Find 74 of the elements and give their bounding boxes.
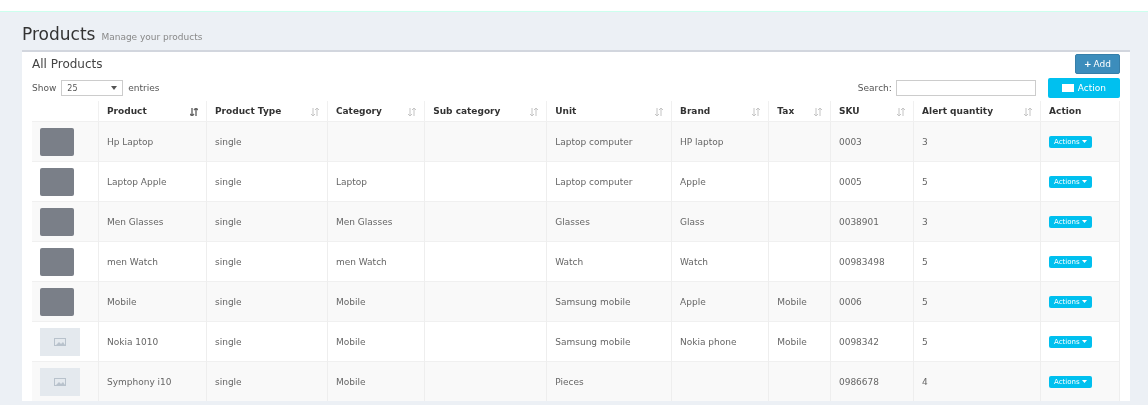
table-cell: 0005: [838, 176, 862, 187]
table-cell: Mobile: [335, 296, 366, 307]
table-cell: Mobile: [335, 336, 366, 347]
show-label: Show: [32, 83, 57, 93]
table-cell: single: [215, 136, 242, 147]
table-cell: 5: [922, 296, 928, 307]
table-cell: men Watch: [107, 256, 158, 267]
table-cell: Pieces: [555, 376, 584, 387]
table-cell: Mobile: [107, 296, 137, 307]
caret-icon: [1081, 260, 1087, 263]
table-cell: single: [215, 336, 242, 347]
table-cell: Laptop computer: [555, 136, 633, 147]
image-icon: [54, 377, 66, 386]
caret-icon: [1081, 220, 1087, 223]
table-cell: Mobile: [777, 336, 807, 347]
table-cell: Mobile: [335, 376, 366, 387]
table-cell: Samsung mobile: [555, 336, 631, 347]
table-cell: 0986678: [838, 376, 880, 387]
photo-placeholder: [40, 247, 74, 276]
table-cell: 5: [922, 256, 928, 267]
caret-icon: [1081, 300, 1087, 303]
image-icon: [54, 337, 66, 346]
photo-placeholder: [40, 167, 74, 196]
caret-icon: [1081, 180, 1087, 183]
table-cell: single: [215, 256, 242, 267]
search-field[interactable]: [895, 80, 1036, 96]
table-cell: HP laptop: [680, 136, 724, 147]
table-cell: Nokia 1010: [107, 336, 159, 347]
table-cell: Watch: [555, 256, 584, 267]
table-cell: Glass: [680, 216, 705, 227]
table-cell: 3: [922, 216, 928, 227]
photo-placeholder: [40, 207, 74, 236]
table-cell: Men Glasses: [107, 216, 164, 227]
caret-icon: [111, 86, 118, 90]
caret-icon: [1081, 140, 1087, 143]
table-cell: Mobile: [777, 296, 807, 307]
table-cell: 3: [922, 136, 928, 147]
table-cell: Laptop computer: [555, 176, 633, 187]
table-cell: Hp Laptop: [107, 136, 154, 147]
table-cell: 5: [922, 336, 928, 347]
photo-placeholder: [40, 127, 74, 156]
caret-icon: [1081, 380, 1087, 383]
table-cell: Symphony i10: [107, 376, 172, 387]
caret-icon: [1081, 340, 1087, 343]
page-title: Products: [22, 24, 96, 44]
search-label: Search:: [857, 83, 892, 93]
table-cell: Nokia phone: [680, 336, 737, 347]
table-cell: men Watch: [335, 256, 387, 267]
table-cell: 0098342: [838, 336, 880, 347]
table-cell: Apple: [680, 296, 706, 307]
table-cell: Laptop Apple: [107, 176, 167, 187]
table-cell: Watch: [680, 256, 709, 267]
list-icon: [1061, 84, 1074, 92]
table-cell: single: [215, 216, 242, 227]
table-cell: Glasses: [555, 216, 590, 227]
table-cell: single: [215, 176, 242, 187]
table-cell: Men Glasses: [335, 216, 393, 227]
table-cell: 0003: [838, 136, 862, 147]
panel-title: All Products: [32, 57, 103, 71]
table-cell: 0038901: [838, 216, 880, 227]
entries-select[interactable]: 25: [61, 80, 124, 96]
table-cell: single: [215, 296, 242, 307]
table-cell: single: [215, 376, 242, 387]
table-cell: 4: [922, 376, 928, 387]
photo-placeholder: [40, 287, 74, 316]
table-cell: Laptop: [335, 176, 367, 187]
page-subtitle: Manage your products: [101, 32, 203, 42]
table-cell: 0006: [838, 296, 862, 307]
table-cell: 00983498: [838, 256, 885, 267]
table-cell: 5: [922, 176, 928, 187]
add-button[interactable]: + Add: [1075, 54, 1120, 74]
table-cell: Samsung mobile: [555, 296, 631, 307]
table-cell: Apple: [680, 176, 706, 187]
entries-label: entries: [128, 83, 160, 93]
